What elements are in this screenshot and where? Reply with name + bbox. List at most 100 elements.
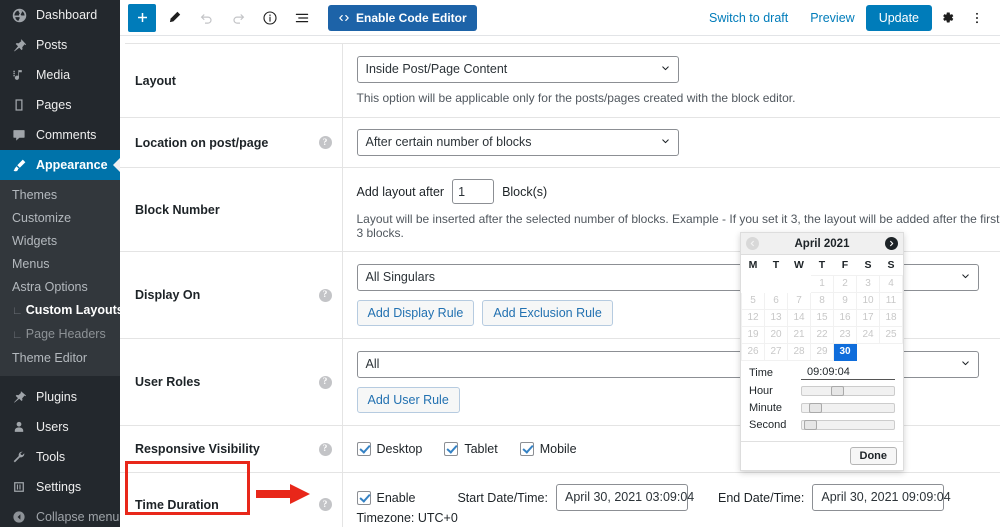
calendar-day[interactable]: 29 bbox=[810, 343, 834, 361]
row-time-duration: Time Duration ? Enable Start Date/Time: … bbox=[120, 472, 1000, 527]
time-value[interactable]: 09:09:04 bbox=[801, 366, 895, 380]
done-button[interactable]: Done bbox=[849, 447, 897, 465]
add-exclusion-rule-button[interactable]: Add Exclusion Rule bbox=[482, 300, 613, 326]
preview-button[interactable]: Preview bbox=[799, 11, 865, 25]
calendar-day[interactable]: 13 bbox=[764, 309, 788, 327]
undo-button[interactable] bbox=[192, 4, 220, 32]
submenu-item-page-headers[interactable]: ∟ Page Headers bbox=[0, 323, 120, 347]
sidebar-item-appearance[interactable]: Appearance bbox=[0, 150, 120, 180]
sidebar-item-users[interactable]: Users bbox=[0, 412, 120, 442]
calendar-day[interactable]: 22 bbox=[810, 326, 834, 344]
submenu-item-menus[interactable]: Menus bbox=[0, 253, 120, 276]
calendar-day[interactable]: 11 bbox=[879, 292, 903, 310]
slider-thumb[interactable] bbox=[804, 420, 818, 430]
time-duration-field-cell: Enable Start Date/Time: April 30, 2021 0… bbox=[342, 473, 1000, 527]
prev-month-button[interactable] bbox=[746, 237, 759, 250]
calendar-day[interactable]: 10 bbox=[856, 292, 880, 310]
sidebar-item-tools[interactable]: Tools bbox=[0, 442, 120, 472]
next-month-button[interactable] bbox=[885, 237, 898, 250]
slider-thumb[interactable] bbox=[831, 386, 845, 396]
collapse-menu-button[interactable]: Collapse menu bbox=[0, 502, 120, 527]
calendar-empty-cell bbox=[765, 276, 788, 293]
calendar-day[interactable]: 25 bbox=[879, 326, 903, 344]
hour-slider[interactable] bbox=[801, 386, 895, 396]
details-button[interactable] bbox=[256, 4, 284, 32]
calendar-day[interactable]: 3 bbox=[856, 275, 880, 293]
calendar-day[interactable]: 15 bbox=[810, 309, 834, 327]
calendar-day[interactable]: 23 bbox=[833, 326, 857, 344]
redo-button[interactable] bbox=[224, 4, 252, 32]
submenu-item-customize[interactable]: Customize bbox=[0, 207, 120, 230]
sidebar-item-comments[interactable]: Comments bbox=[0, 120, 120, 150]
calendar-day[interactable]: 12 bbox=[741, 309, 765, 327]
settings-gear-button[interactable] bbox=[932, 3, 962, 33]
edit-tool-button[interactable] bbox=[160, 4, 188, 32]
location-select[interactable]: After certain number of blocks bbox=[356, 129, 679, 156]
sidebar-item-settings[interactable]: Settings bbox=[0, 472, 120, 502]
help-icon[interactable]: ? bbox=[318, 442, 332, 456]
checkbox-tablet[interactable]: Tablet bbox=[444, 442, 498, 456]
calendar-day-label: 10 bbox=[862, 295, 874, 306]
help-icon[interactable]: ? bbox=[318, 375, 332, 389]
layout-select[interactable]: Inside Post/Page Content bbox=[356, 56, 679, 83]
calendar-day[interactable]: 27 bbox=[764, 343, 788, 361]
calendar-day[interactable]: 28 bbox=[787, 343, 811, 361]
more-options-button[interactable] bbox=[962, 3, 992, 33]
sidebar-item-label: Comments bbox=[36, 128, 97, 142]
calendar-day[interactable]: 8 bbox=[810, 292, 834, 310]
sidebar-item-plugins[interactable]: Plugins bbox=[0, 382, 120, 412]
calendar-day[interactable]: 26 bbox=[741, 343, 765, 361]
calendar-day[interactable]: 19 bbox=[741, 326, 765, 344]
calendar-day[interactable]: 2 bbox=[833, 275, 857, 293]
calendar-day[interactable]: 5 bbox=[741, 292, 765, 310]
switch-to-draft-button[interactable]: Switch to draft bbox=[698, 11, 799, 25]
submenu-item-astra-options[interactable]: Astra Options bbox=[0, 276, 120, 299]
checkbox-enable-time-duration[interactable]: Enable bbox=[356, 490, 415, 505]
user-roles-select-value: All bbox=[365, 357, 380, 371]
add-block-button[interactable] bbox=[128, 3, 156, 32]
update-button[interactable]: Update bbox=[865, 4, 932, 31]
sidebar-item-posts[interactable]: Posts bbox=[0, 30, 120, 60]
calendar-day[interactable]: 17 bbox=[856, 309, 880, 327]
calendar-day[interactable]: 18 bbox=[879, 309, 903, 327]
datetime-picker-popup[interactable]: April 2021 M T W T F S S 1 2 3 4 5 6 7 8… bbox=[740, 232, 904, 471]
list-view-button[interactable] bbox=[288, 4, 316, 32]
checkbox-mobile[interactable]: Mobile bbox=[519, 442, 577, 456]
calendar-day[interactable]: 6 bbox=[764, 292, 788, 310]
calendar-day[interactable]: 14 bbox=[787, 309, 811, 327]
submenu-item-widgets[interactable]: Widgets bbox=[0, 230, 120, 253]
block-number-input[interactable] bbox=[452, 179, 495, 204]
checkbox-desktop[interactable]: Desktop bbox=[356, 442, 422, 456]
submenu-item-custom-layouts[interactable]: ∟ Custom Layouts bbox=[0, 299, 120, 323]
end-datetime-input[interactable]: April 30, 2021 09:09:04 bbox=[812, 484, 951, 511]
calendar-day[interactable]: 7 bbox=[787, 292, 811, 310]
layout-label-cell: Layout bbox=[120, 44, 343, 118]
display-on-label: Display On bbox=[135, 288, 201, 302]
calendar-day[interactable]: 24 bbox=[856, 326, 880, 344]
weekday-header: S bbox=[887, 259, 895, 271]
enable-code-editor-button[interactable]: Enable Code Editor bbox=[328, 4, 477, 31]
calendar-day[interactable]: 20 bbox=[764, 326, 788, 344]
slider-thumb[interactable] bbox=[809, 403, 823, 413]
minute-slider[interactable] bbox=[801, 403, 895, 413]
calendar-day-label: 4 bbox=[888, 278, 894, 289]
calendar-day[interactable]: 16 bbox=[833, 309, 857, 327]
submenu-item-theme-editor[interactable]: Theme Editor bbox=[0, 347, 120, 370]
help-icon[interactable]: ? bbox=[318, 498, 332, 511]
calendar-day[interactable]: 1 bbox=[810, 275, 834, 293]
sidebar-item-pages[interactable]: Pages bbox=[0, 90, 120, 120]
second-slider[interactable] bbox=[801, 420, 895, 430]
calendar-day[interactable]: 9 bbox=[833, 292, 857, 310]
calendar-day[interactable]: 4 bbox=[879, 275, 903, 293]
start-datetime-input[interactable]: April 30, 2021 03:09:04 bbox=[555, 484, 694, 511]
add-display-rule-button[interactable]: Add Display Rule bbox=[356, 300, 475, 326]
submenu-item-themes[interactable]: Themes bbox=[0, 184, 120, 207]
calendar-day-selected[interactable]: 30 bbox=[833, 343, 857, 361]
sidebar-item-media[interactable]: Media bbox=[0, 60, 120, 90]
add-user-rule-button[interactable]: Add User Rule bbox=[356, 387, 460, 413]
calendar-day-label: 3 bbox=[865, 278, 871, 289]
sidebar-item-dashboard[interactable]: Dashboard bbox=[0, 0, 120, 30]
help-icon[interactable]: ? bbox=[318, 136, 332, 149]
calendar-day[interactable]: 21 bbox=[787, 326, 811, 344]
help-icon[interactable]: ? bbox=[318, 288, 332, 302]
